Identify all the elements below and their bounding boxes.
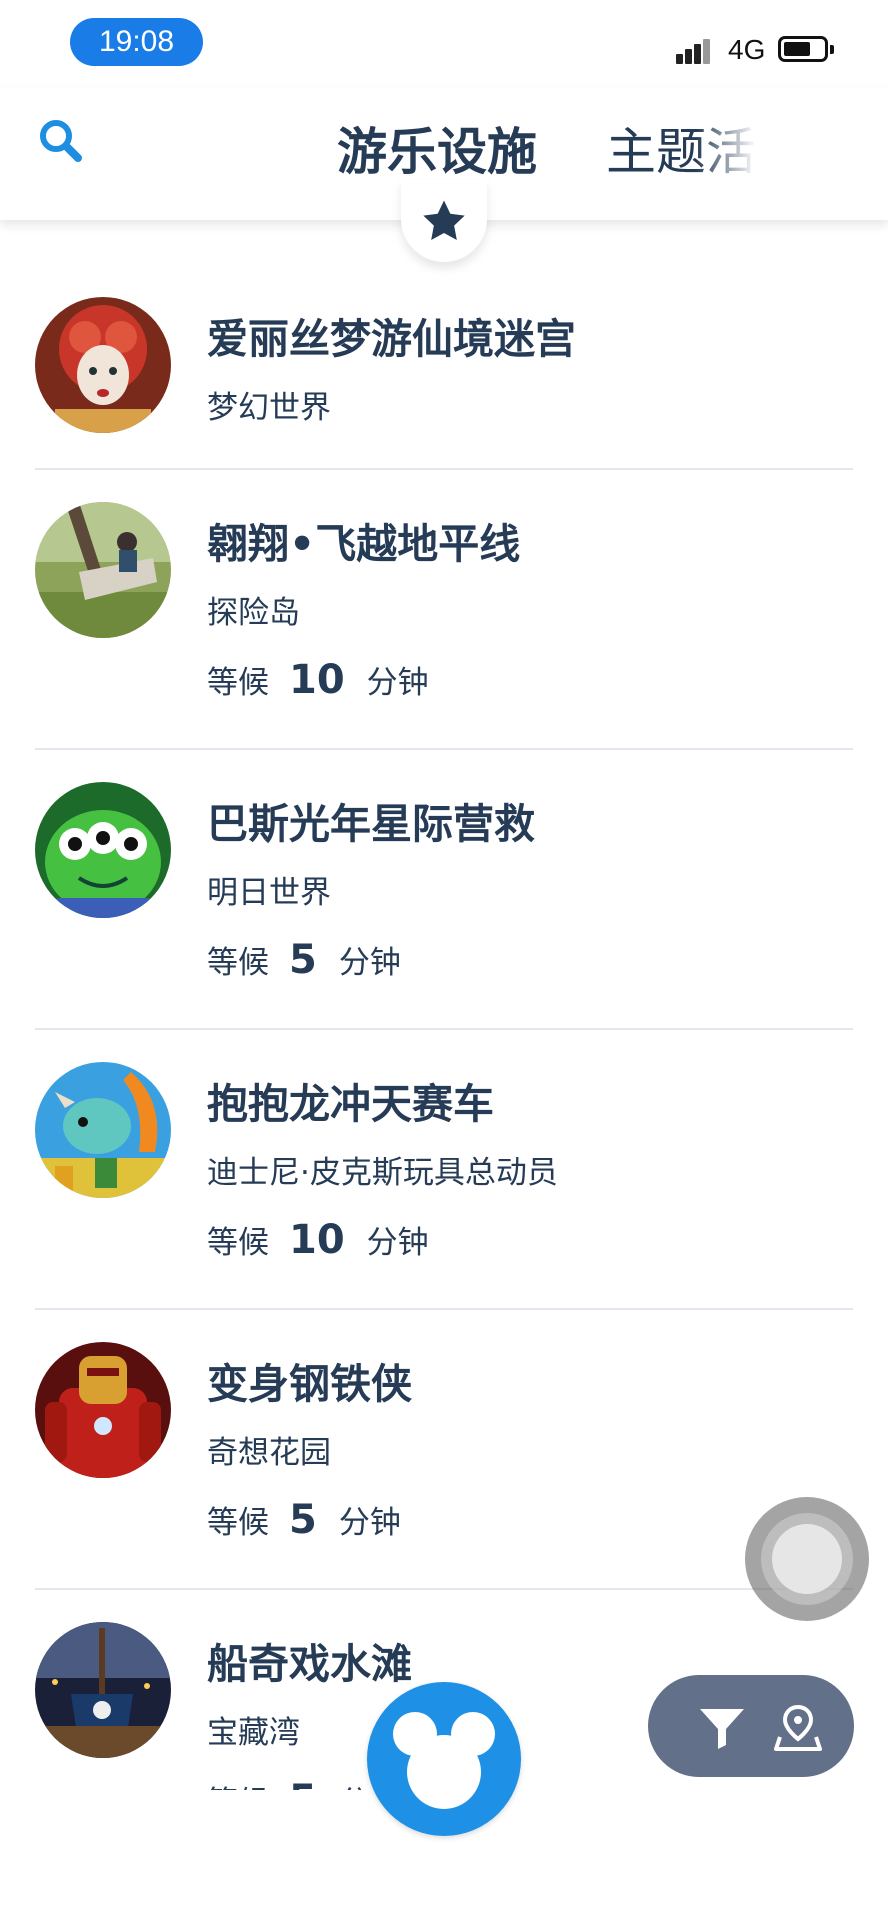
wait-time: 等候 5 分钟 bbox=[207, 1497, 401, 1543]
tab-themed-events[interactable]: 主题活 bbox=[606, 112, 756, 184]
network-type: 4G bbox=[728, 34, 766, 65]
wait-value: 5 bbox=[289, 937, 317, 983]
wait-time: 等候 10 分钟 bbox=[207, 657, 429, 703]
mickey-home-button[interactable] bbox=[367, 1682, 521, 1836]
attraction-area: 宝藏湾 bbox=[207, 1715, 300, 1751]
attraction-area: 奇想花园 bbox=[207, 1435, 331, 1471]
status-time: 19:08 bbox=[70, 18, 203, 66]
wait-value: 5 bbox=[289, 1497, 317, 1543]
tab-attractions[interactable]: 游乐设施 bbox=[337, 112, 537, 184]
wait-label: 等候 bbox=[207, 945, 269, 981]
wait-label: 等候 bbox=[207, 1505, 269, 1541]
filter-map-toolbar bbox=[648, 1675, 854, 1777]
attraction-name: 变身钢铁侠 bbox=[207, 1360, 412, 1408]
filter-icon bbox=[700, 1709, 744, 1749]
attraction-area: 迪士尼·皮克斯玩具总动员 bbox=[207, 1155, 558, 1191]
wait-unit: 分钟 bbox=[338, 945, 401, 981]
attraction-area: 梦幻世界 bbox=[207, 390, 331, 426]
wait-label: 等候 bbox=[207, 665, 269, 701]
wait-label: 等候 bbox=[207, 1225, 269, 1261]
favorites-button[interactable] bbox=[401, 180, 487, 262]
attraction-thumbnail bbox=[35, 502, 171, 638]
attraction-area: 明日世界 bbox=[207, 875, 331, 911]
attraction-name: 抱抱龙冲天赛车 bbox=[207, 1080, 494, 1128]
attraction-thumbnail bbox=[35, 1062, 171, 1198]
filter-button[interactable] bbox=[696, 1701, 748, 1753]
attraction-item[interactable]: 翱翔•飞越地平线 探险岛 等候 10 分钟 bbox=[0, 470, 888, 750]
map-button[interactable] bbox=[772, 1701, 824, 1753]
attraction-item[interactable]: 巴斯光年星际营救 明日世界 等候 5 分钟 bbox=[0, 750, 888, 1030]
wait-value: 10 bbox=[289, 1217, 345, 1263]
attraction-thumbnail bbox=[35, 1342, 171, 1478]
signal-icon bbox=[676, 36, 718, 64]
assistive-touch-button[interactable] bbox=[745, 1497, 869, 1621]
attraction-thumbnail bbox=[35, 1622, 171, 1758]
attraction-name: 翱翔•飞越地平线 bbox=[207, 520, 521, 568]
mickey-icon bbox=[393, 1712, 495, 1809]
attraction-name: 爱丽丝梦游仙境迷宫 bbox=[207, 315, 576, 363]
wait-time: 等候 10 分钟 bbox=[207, 1217, 429, 1263]
attraction-list: 爱丽丝梦游仙境迷宫 梦幻世界 翱翔•飞越地平线 探险岛 等候 10 分钟 巴斯光… bbox=[0, 265, 888, 1870]
wait-time: 等候 5 分钟 bbox=[207, 937, 401, 983]
attraction-area: 探险岛 bbox=[207, 595, 300, 631]
wait-unit: 分钟 bbox=[366, 665, 429, 701]
attraction-thumbnail bbox=[35, 782, 171, 918]
battery-icon bbox=[778, 36, 834, 62]
status-bar: 19:08 4G bbox=[0, 0, 888, 88]
attraction-item[interactable]: 爱丽丝梦游仙境迷宫 梦幻世界 bbox=[0, 265, 888, 470]
attraction-thumbnail bbox=[35, 297, 171, 433]
star-icon bbox=[423, 200, 465, 240]
wait-value: 10 bbox=[289, 657, 345, 703]
attraction-name: 船奇戏水滩 bbox=[207, 1640, 412, 1688]
attraction-name: 巴斯光年星际营救 bbox=[207, 800, 535, 848]
wait-unit: 分钟 bbox=[366, 1225, 429, 1261]
attraction-item[interactable]: 抱抱龙冲天赛车 迪士尼·皮克斯玩具总动员 等候 10 分钟 bbox=[0, 1030, 888, 1310]
wait-unit: 分钟 bbox=[338, 1505, 401, 1541]
map-pin-icon bbox=[774, 1704, 822, 1751]
